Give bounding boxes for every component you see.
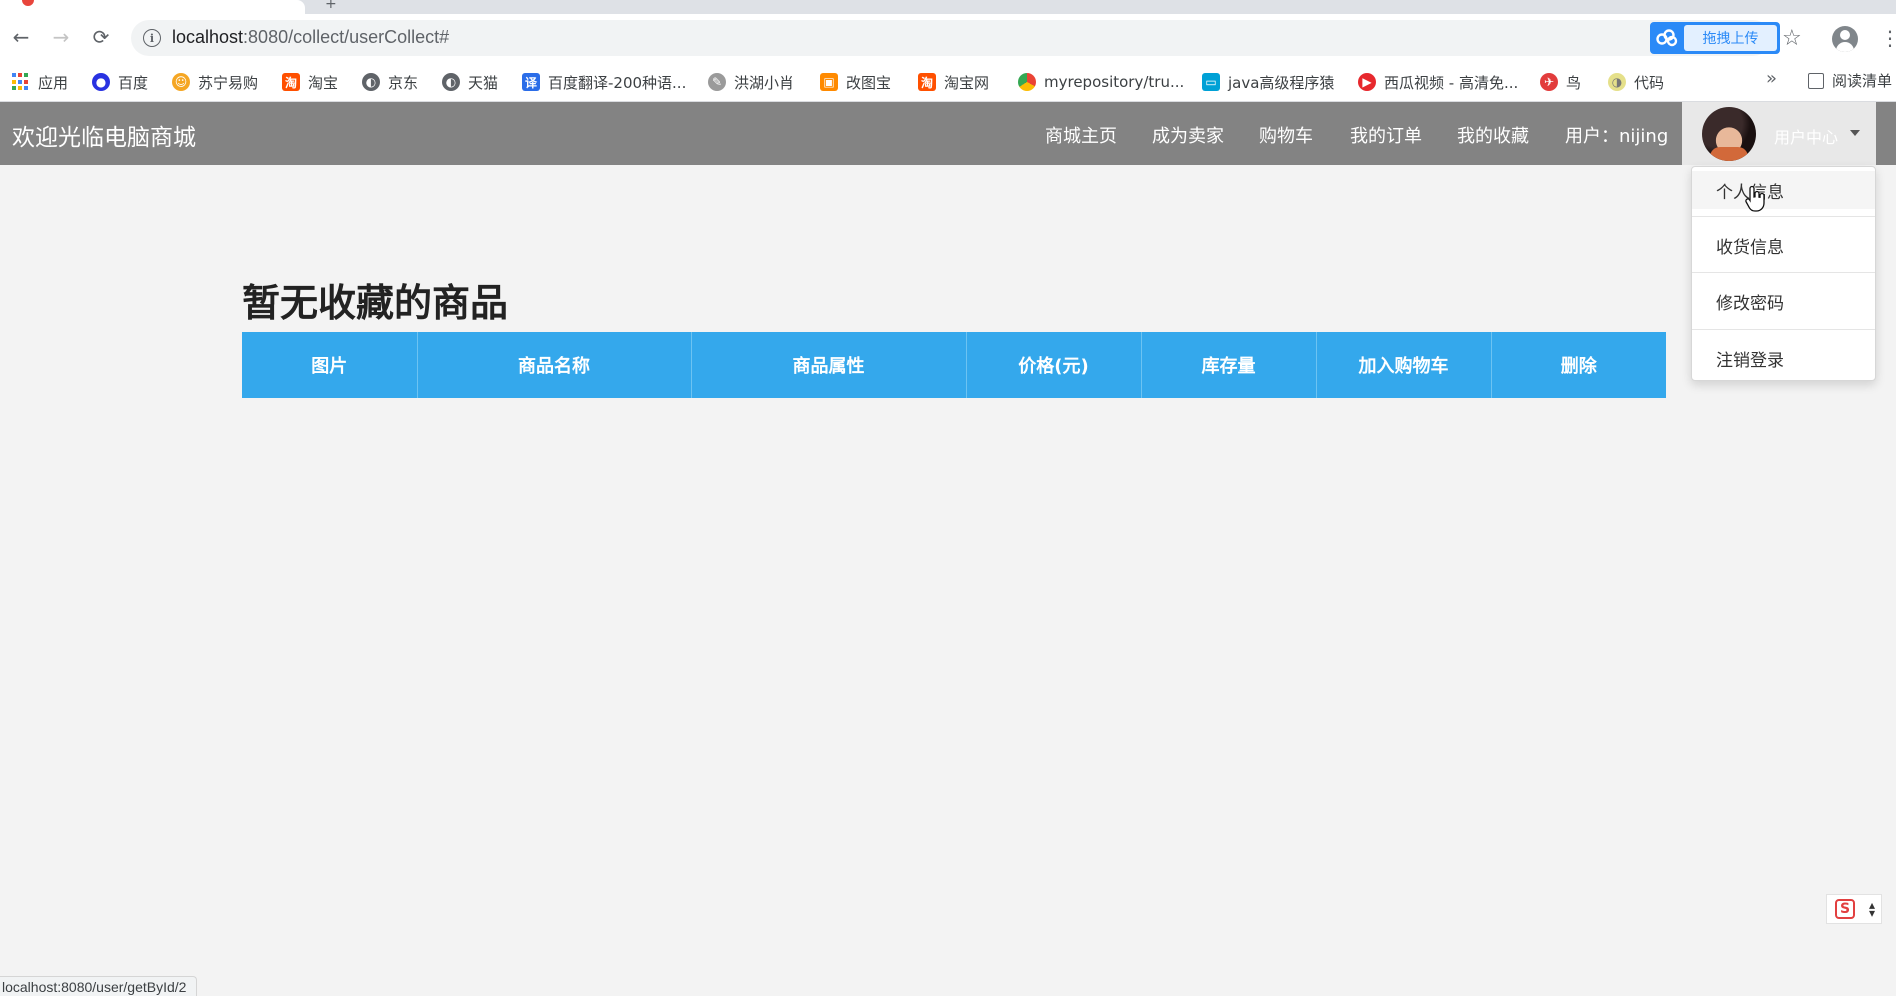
tab-favicon-icon <box>22 0 34 6</box>
globe-icon: ◐ <box>442 73 460 91</box>
menu-item-profile[interactable]: 个人信息 <box>1692 171 1875 209</box>
site-navbar: 欢迎光临电脑商城 商城主页 成为卖家 购物车 我的订单 我的收藏 用户：niji… <box>0 102 1896 165</box>
bookmark-jd[interactable]: ◐ 京东 <box>362 70 418 94</box>
taobao-icon: 淘 <box>918 73 936 91</box>
hand-cursor-icon <box>1745 185 1765 212</box>
bookmarks-more-icon[interactable]: » <box>1766 68 1777 89</box>
reading-list[interactable]: 阅读清单 <box>1808 70 1892 91</box>
bookmark-taobao[interactable]: 淘淘宝 <box>282 70 338 94</box>
site-brand[interactable]: 欢迎光临电脑商城 <box>12 118 196 152</box>
avatar <box>1702 107 1756 161</box>
nav-orders-link[interactable]: 我的订单 <box>1350 122 1422 148</box>
bookmark-apps[interactable]: 应用 <box>12 70 68 94</box>
bookmark-baidu-translate[interactable]: 译百度翻译-200种语... <box>522 70 686 94</box>
bookmarks-bar: 应用 ● 百度 ☺ 苏宁易购 淘淘宝 ◐ 京东 ◐ 天猫 译百度翻译-200种语... … <box>0 62 1896 102</box>
bookmark-bird[interactable]: ✈ 鸟 <box>1540 70 1581 94</box>
site-info-icon[interactable]: i <box>143 29 161 47</box>
globe-icon: ◐ <box>362 73 380 91</box>
bird-red-icon: ✈ <box>1540 73 1558 91</box>
menu-item-shipping[interactable]: 收货信息 <box>1692 226 1875 264</box>
col-stock: 库存量 <box>1141 332 1317 398</box>
user-center-toggle[interactable]: 用户中心 <box>1682 102 1876 165</box>
bookmark-baidu[interactable]: ● 百度 <box>92 70 148 94</box>
col-product-attrs: 商品属性 <box>691 332 967 398</box>
browser-tab-strip: + <box>0 0 1896 14</box>
address-url[interactable]: localhost:8080/collect/userCollect# <box>172 27 449 48</box>
menu-item-logout[interactable]: 注销登录 <box>1692 339 1875 377</box>
col-delete: 删除 <box>1560 356 1597 377</box>
gaitubao-icon: ▣ <box>820 73 838 91</box>
menu-item-change-password[interactable]: 修改密码 <box>1692 282 1875 320</box>
menu-divider <box>1692 216 1875 217</box>
user-center-dropdown: 个人信息 收货信息 修改密码 注销登录 <box>1691 166 1876 381</box>
browser-status-bar: localhost:8080/user/getById/2 <box>0 976 198 996</box>
ime-toolbar[interactable]: S ▴ ▾ <box>1826 894 1882 924</box>
profile-icon[interactable] <box>1832 26 1858 52</box>
translate-icon: 译 <box>522 73 540 91</box>
bookmark-xigua[interactable]: ▶ 西瓜视频 - 高清免... <box>1358 70 1518 94</box>
browser-toolbar: ← → ⟳ i localhost:8080/collect/userColle… <box>0 14 1896 62</box>
user-center-label: 用户中心 <box>1774 128 1839 147</box>
address-bar[interactable]: i localhost:8080/collect/userCollect# <box>131 20 1771 56</box>
col-product-name: 商品名称 <box>417 332 692 398</box>
chrome-icon <box>1018 73 1036 91</box>
bookmark-star-icon[interactable]: ☆ <box>1782 26 1802 51</box>
cloud-upload-widget[interactable]: 拖拽上传 <box>1650 22 1780 54</box>
bird-icon: ✎ <box>708 73 726 91</box>
bilibili-icon: ▭ <box>1202 73 1220 91</box>
bookmark-suning[interactable]: ☺ 苏宁易购 <box>172 70 258 94</box>
suning-icon: ☺ <box>172 73 190 91</box>
new-tab-icon[interactable]: + <box>325 0 337 12</box>
bookmark-honghu[interactable]: ✎ 洪湖小肖 <box>708 70 794 94</box>
cloud-upload-label: 拖拽上传 <box>1684 25 1777 51</box>
chevron-down-icon <box>1850 130 1860 136</box>
menu-divider <box>1692 329 1875 330</box>
taobao-icon: 淘 <box>282 73 300 91</box>
code-icon: ◑ <box>1608 73 1626 91</box>
browser-menu-icon[interactable]: ⋮ <box>1880 26 1896 50</box>
cloud-icon <box>1650 22 1684 54</box>
nav-home-link[interactable]: 商城主页 <box>1045 122 1117 148</box>
table-header-row: 图片 商品名称 商品属性 价格(元) 库存量 加入购物车 删除 <box>242 332 1666 398</box>
reading-list-icon <box>1808 72 1824 89</box>
ime-menu-icon[interactable]: ▴ ▾ <box>1869 899 1875 919</box>
col-add-to-cart: 加入购物车 <box>1316 332 1492 398</box>
bookmark-gaitubao[interactable]: ▣ 改图宝 <box>820 70 891 94</box>
back-icon[interactable]: ← <box>6 22 36 52</box>
bookmark-java[interactable]: ▭ java高级程序猿 <box>1202 70 1334 94</box>
page-title: 暂无收藏的商品 <box>242 283 509 325</box>
xigua-icon: ▶ <box>1358 73 1376 91</box>
bookmark-myrepository[interactable]: myrepository/tru... <box>1018 70 1184 94</box>
apps-grid-icon <box>12 73 30 91</box>
nav-become-seller-link[interactable]: 成为卖家 <box>1152 122 1224 148</box>
bookmark-taobao-net[interactable]: 淘淘宝网 <box>918 70 989 94</box>
nav-cart-link[interactable]: 购物车 <box>1259 122 1313 148</box>
col-image: 图片 <box>242 332 418 398</box>
nav-favorites-link[interactable]: 我的收藏 <box>1457 122 1529 148</box>
favorites-table: 图片 商品名称 商品属性 价格(元) 库存量 加入购物车 删除 <box>242 332 1666 398</box>
nav-username: 用户：nijing <box>1565 126 1669 147</box>
reload-icon[interactable]: ⟳ <box>86 22 116 52</box>
forward-icon[interactable]: → <box>46 22 76 52</box>
bookmark-tmall[interactable]: ◐ 天猫 <box>442 70 498 94</box>
bookmark-code[interactable]: ◑ 代码 <box>1608 70 1664 94</box>
menu-divider <box>1692 272 1875 273</box>
baidu-paw-icon: ● <box>92 73 110 91</box>
sogou-ime-icon: S <box>1835 899 1855 919</box>
col-price: 价格(元) <box>966 332 1142 398</box>
browser-tab[interactable] <box>0 0 305 14</box>
